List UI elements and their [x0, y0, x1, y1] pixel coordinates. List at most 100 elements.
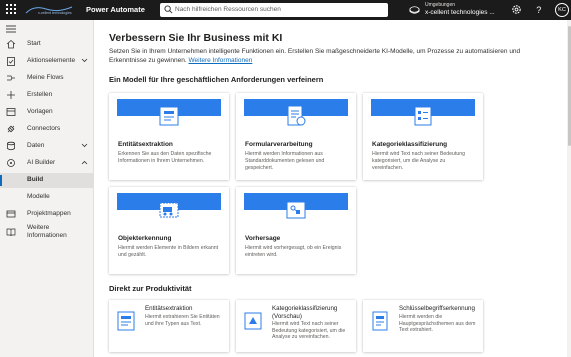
connectors-icon — [7, 125, 15, 133]
entity-extraction-icon — [117, 311, 135, 331]
card-description: Hiermit wird Text nach seiner Bedeutung … — [272, 321, 346, 340]
sidebar-item-meine-flows[interactable]: Meine Flows — [0, 71, 94, 86]
card-title: Kategorieklassifizierung (Vorschau) — [272, 305, 338, 320]
card-illustration — [236, 187, 356, 229]
card-illustration — [236, 93, 356, 135]
chevron-down-icon — [81, 58, 88, 63]
sidebar-item-label: Meine Flows — [27, 74, 64, 81]
company-logo: x-cellent technologies — [25, 6, 73, 15]
model-card-formularverarbeitung[interactable]: Formularverarbeitung Hiermit werden Info… — [236, 93, 356, 180]
environment-icon — [409, 6, 420, 14]
sidebar-item-vorlagen[interactable]: Vorlagen — [0, 105, 94, 120]
environment-picker[interactable]: x-cellent technologies ... — [425, 9, 495, 16]
card-title: Kategorieklassifizierung — [372, 141, 448, 148]
section-title-models: Ein Modell für Ihre geschäftlichen Anfor… — [109, 75, 324, 84]
sidebar-item-label: Modelle — [27, 193, 50, 200]
solutions-icon — [6, 210, 16, 218]
templates-icon — [6, 108, 16, 116]
card-title: Objekterkennung — [118, 235, 172, 242]
sidebar-item-label: AI Builder — [27, 159, 56, 166]
card-description: Hiermit extrahieren Sie Entitäten und ih… — [145, 314, 220, 327]
category-classification-icon — [414, 106, 432, 126]
home-icon — [6, 39, 16, 49]
prebuilt-card-kategorieklassifizierung[interactable]: Kategorieklassifizierung (Vorschau) Hier… — [236, 300, 356, 352]
sidebar-item-label: Aktionselemente — [27, 57, 76, 64]
model-card-vorhersage[interactable]: Vorhersage Hiermit wird vorhergesagt, ob… — [236, 187, 356, 274]
sidebar: Start Aktionselemente Meine Flows Erstel… — [0, 20, 94, 357]
object-detection-icon — [159, 202, 179, 218]
form-processing-icon — [287, 105, 306, 126]
learn-more-link[interactable]: Weitere Informationen — [189, 57, 253, 64]
avatar[interactable]: KC — [555, 3, 569, 17]
sidebar-item-label: Daten — [27, 142, 45, 149]
sidebar-item-aktionselemente[interactable]: Aktionselemente — [0, 54, 94, 69]
flows-icon — [7, 75, 15, 81]
model-card-objekterkennung[interactable]: Objekterkennung Hiermit werden Elemente … — [109, 187, 229, 274]
category-classification-icon — [244, 312, 262, 330]
sidebar-item-label: Vorlagen — [27, 108, 53, 115]
search-input[interactable]: Nach hilfreichen Ressourcen suchen — [175, 6, 281, 13]
svg-text:x-cellent technologies: x-cellent technologies — [38, 11, 72, 15]
card-illustration — [109, 187, 229, 229]
hamburger-menu-icon[interactable] — [6, 25, 16, 33]
card-title: Formularverarbeitung — [245, 141, 313, 148]
sidebar-item-start[interactable]: Start — [0, 37, 94, 52]
entity-extraction-icon — [159, 106, 179, 126]
top-bar: x-cellent technologies Power Automate Na… — [0, 0, 571, 20]
card-title: Entitätsextraktion — [118, 141, 173, 148]
card-title: Entitätsextraktion — [145, 305, 193, 312]
app-title[interactable]: Power Automate — [86, 5, 145, 14]
card-description: Hiermit werden Elemente in Bildern erkan… — [118, 245, 219, 258]
sidebar-item-connectors[interactable]: Connectors — [0, 122, 94, 137]
section-title-productivity: Direkt zur Produktivität — [109, 284, 192, 293]
svg-text:?: ? — [536, 5, 541, 15]
prebuilt-card-schluesselbegriffserkennung[interactable]: Schlüsselbegriffserkennung Hiermit werde… — [363, 300, 483, 352]
search-box[interactable]: Nach hilfreichen Ressourcen suchen — [160, 3, 388, 17]
book-icon — [6, 228, 16, 237]
settings-icon[interactable] — [511, 4, 522, 15]
help-icon[interactable]: ? — [533, 4, 544, 15]
sidebar-item-label: Connectors — [27, 125, 61, 132]
scrollbar-thumb[interactable] — [567, 26, 571, 146]
model-card-entitaetsextraktion[interactable]: Entitätsextraktion Erkennen Sie aus den … — [109, 93, 229, 180]
sidebar-item-weitere-informationen[interactable]: Weitere Informationen — [0, 224, 94, 242]
sidebar-item-label: Build — [27, 176, 44, 183]
chevron-up-icon — [81, 160, 88, 165]
database-icon — [7, 141, 15, 151]
environment-label: Umgebungen — [425, 2, 456, 8]
sidebar-item-label: Weitere Informationen — [27, 224, 67, 239]
sidebar-item-build[interactable]: Build — [0, 173, 94, 188]
card-description: Hiermit werden die Hauptgesprächsthemen … — [399, 314, 476, 333]
model-card-kategorieklassifizierung[interactable]: Kategorieklassifizierung Hiermit wird Te… — [363, 93, 483, 180]
prebuilt-card-entitaetsextraktion[interactable]: Entitätsextraktion Hiermit extrahieren S… — [109, 300, 229, 352]
plus-icon — [7, 91, 15, 99]
card-description: Hiermit wird Text nach seiner Bedeutung … — [372, 151, 466, 171]
app-launcher-icon[interactable] — [5, 3, 19, 17]
prediction-icon — [286, 201, 306, 219]
card-description: Erkennen Sie aus den Daten spezifische I… — [118, 151, 212, 164]
card-title: Schlüsselbegriffserkennung — [399, 305, 475, 312]
sidebar-item-label: Start — [27, 40, 41, 47]
sidebar-item-erstellen[interactable]: Erstellen — [0, 88, 94, 103]
ai-builder-icon — [7, 159, 15, 167]
search-icon — [164, 5, 173, 14]
sidebar-item-daten[interactable]: Daten — [0, 139, 94, 154]
main-content: Verbessern Sie Ihr Business mit KI Setze… — [95, 20, 571, 357]
clipboard-check-icon — [7, 57, 15, 66]
chevron-down-icon — [81, 143, 88, 148]
card-description: Hiermit wird vorhergesagt, ob ein Ereign… — [245, 245, 342, 258]
sidebar-item-modelle[interactable]: Modelle — [0, 190, 94, 205]
sidebar-item-label: Projektmappen — [27, 210, 71, 217]
page-title: Verbessern Sie Ihr Business mit KI — [109, 32, 283, 44]
card-illustration — [363, 93, 483, 135]
key-phrase-icon — [372, 311, 388, 331]
sidebar-item-projektmappen[interactable]: Projektmappen — [0, 207, 94, 222]
page-description: Setzen Sie in Ihrem Unternehmen intellig… — [109, 47, 549, 65]
card-title: Vorhersage — [245, 235, 281, 242]
card-illustration — [109, 93, 229, 135]
description-text: Setzen Sie in Ihrem Unternehmen intellig… — [109, 48, 521, 64]
scrollbar[interactable] — [567, 20, 571, 357]
card-description: Hiermit werden Informationen aus Standar… — [245, 151, 325, 171]
sidebar-item-label: Erstellen — [27, 91, 53, 98]
sidebar-item-ai-builder[interactable]: AI Builder — [0, 156, 94, 171]
